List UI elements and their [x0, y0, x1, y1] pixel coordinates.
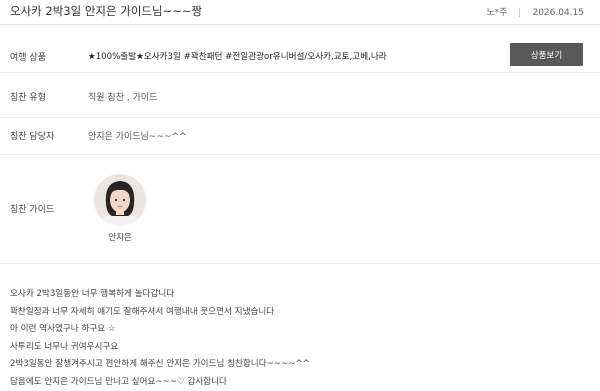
review-meta: 노*주 2026.04.15 [486, 5, 584, 18]
guide-avatar [94, 174, 146, 226]
guide-name: 안지은 [94, 231, 146, 243]
praise-staff-row: 칭찬 담당자 안지은 가이드님~~~^^ [0, 118, 600, 155]
review-body: 오사카 2박3일동안 너무 행복하게 놀다갑니다 꽉찬일정과 너무 자세히 얘기… [10, 286, 310, 391]
review-header: 오사카 2박3일 안지은 가이드님~~~짱 노*주 2026.04.15 [0, 0, 600, 25]
meta-divider [519, 8, 520, 17]
review-date: 2026.04.15 [532, 8, 584, 18]
body-line: 사투리도 너무나 귀여우시구요 [10, 339, 310, 357]
praise-type-label: 칭찬 유형 [10, 90, 46, 103]
body-line: 오사카 2박3일동안 너무 행복하게 놀다갑니다 [10, 286, 310, 304]
view-product-button[interactable]: 상품보기 [510, 43, 583, 66]
product-row: 여행 상품 ★100%출발★오사카3일 #꽉찬패턴 #전일관광or유니버설/오사… [0, 38, 600, 73]
guide-photo-icon [94, 174, 146, 226]
praise-staff-value: 안지은 가이드님~~~^^ [88, 129, 187, 142]
product-value: ★100%출발★오사카3일 #꽉찬패턴 #전일관광or유니버설/오사카,교토,고… [88, 50, 387, 62]
praise-guide-row: 칭찬 가이드 안지은 [0, 155, 600, 264]
praise-staff-label: 칭찬 담당자 [10, 129, 54, 142]
body-line: 담음에도 안지은 가이드님 만나고 싶어요~~~♡ 감사합니다 [10, 374, 310, 391]
body-line: 꽉찬일정과 너무 자세히 얘기도 잘해주셔서 여행내내 웃으면서 지냈습니다 [10, 304, 310, 322]
product-label: 여행 상품 [10, 50, 46, 63]
author-name: 노*주 [486, 8, 507, 18]
praise-guide-label: 칭찬 가이드 [10, 202, 54, 215]
praise-type-row: 칭찬 유형 직원 칭찬 , 가이드 [0, 73, 600, 118]
body-line: 아 이런 역사였구나 하구요 ☆ [10, 321, 310, 339]
review-title: 오사카 2박3일 안지은 가이드님~~~짱 [10, 3, 202, 19]
praise-type-value: 직원 칭찬 , 가이드 [88, 90, 157, 103]
body-line: 2박3일동안 잘챙겨주시고 편안하게 해주신 안지은 가이드님 칭찬합니다~~~… [10, 356, 310, 374]
